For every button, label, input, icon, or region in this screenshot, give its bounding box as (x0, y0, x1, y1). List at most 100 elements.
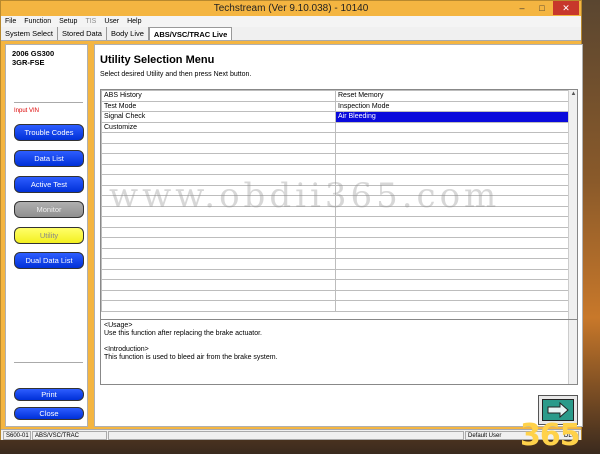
tab-abs-vsc-trac-live[interactable]: ABS/VSC/TRAC Live (148, 27, 233, 40)
tab-stored-data[interactable]: Stored Data (58, 27, 107, 40)
main-panel: Utility Selection Menu Select desired Ut… (94, 44, 583, 427)
utility-cell[interactable] (335, 163, 569, 175)
table-row[interactable] (101, 153, 569, 165)
table-row[interactable]: Signal Check Air Bleeding (101, 111, 569, 123)
utility-cell[interactable] (101, 247, 336, 259)
table-row[interactable] (101, 142, 569, 154)
introduction-heading: <Introduction> (104, 346, 149, 353)
info-box: <Usage> Use this function after replacin… (100, 319, 578, 385)
table-row[interactable] (101, 300, 569, 312)
table-row[interactable] (101, 195, 569, 207)
utility-cell[interactable] (335, 184, 569, 196)
table-row[interactable] (101, 258, 569, 270)
utility-cell[interactable] (101, 195, 336, 207)
techstream-window: Techstream (Ver 9.10.038) - 10140 – □ ✕ … (0, 0, 583, 440)
utility-cell[interactable] (101, 237, 336, 249)
input-vin-link[interactable]: Input VIN (14, 108, 39, 114)
utility-cell[interactable] (335, 132, 569, 144)
utility-cell[interactable] (335, 205, 569, 217)
menu-help[interactable]: Help (123, 18, 145, 25)
table-row[interactable] (101, 247, 569, 259)
utility-cell[interactable] (101, 268, 336, 280)
info-scrollbar[interactable] (568, 320, 577, 384)
active-test-button[interactable]: Active Test (14, 176, 84, 193)
table-row[interactable] (101, 226, 569, 238)
print-button[interactable]: Print (14, 388, 84, 401)
table-row[interactable]: Customize (101, 121, 569, 133)
close-window-button[interactable]: ✕ (553, 1, 579, 15)
table-row[interactable] (101, 216, 569, 228)
menu-file[interactable]: File (1, 18, 20, 25)
utility-cell[interactable] (335, 226, 569, 238)
table-row[interactable]: Test Mode Inspection Mode (101, 100, 569, 112)
utility-cell[interactable] (101, 289, 336, 301)
close-button[interactable]: Close (14, 407, 84, 420)
utility-cell[interactable] (101, 142, 336, 154)
table-row[interactable] (101, 289, 569, 301)
utility-cell[interactable] (335, 268, 569, 280)
menu-bar: File Function Setup TIS User Help (1, 16, 581, 27)
table-row[interactable] (101, 163, 569, 175)
utility-cell[interactable] (101, 216, 336, 228)
vehicle-model: 2006 GS300 (12, 49, 55, 58)
utility-cell[interactable] (101, 258, 336, 270)
dual-data-list-button[interactable]: Dual Data List (14, 252, 84, 269)
utility-cell[interactable] (335, 237, 569, 249)
utility-cell[interactable] (101, 226, 336, 238)
data-list-button[interactable]: Data List (14, 150, 84, 167)
utility-cell[interactable] (335, 195, 569, 207)
vehicle-info: 2006 GS300 3GR-FSE (12, 49, 54, 67)
status-system: ABS/VSC/TRAC (32, 431, 107, 440)
page-title: Utility Selection Menu (100, 54, 215, 66)
scroll-up-icon[interactable]: ▲ (569, 90, 577, 99)
utility-cell[interactable] (101, 132, 336, 144)
menu-function[interactable]: Function (20, 18, 55, 25)
status-blank (108, 431, 464, 440)
utility-cell[interactable] (101, 153, 336, 165)
minimize-button[interactable]: – (513, 1, 531, 15)
utility-button[interactable]: Utility (14, 227, 84, 244)
utility-cell[interactable] (335, 279, 569, 291)
monitor-button[interactable]: Monitor (14, 201, 84, 218)
utility-cell[interactable] (101, 163, 336, 175)
tab-body-live[interactable]: Body Live (107, 27, 149, 40)
utility-cell[interactable] (335, 300, 569, 312)
utility-cell[interactable]: Reset Memory (335, 90, 569, 102)
table-row[interactable] (101, 132, 569, 144)
tab-bar: System Select Stored Data Body Live ABS/… (1, 27, 581, 41)
grid-scrollbar[interactable]: ▲ ▼ (568, 90, 577, 354)
utility-cell[interactable]: Air Bleeding (335, 111, 569, 123)
table-row[interactable] (101, 237, 569, 249)
utility-cell[interactable] (335, 142, 569, 154)
utility-cell[interactable] (101, 279, 336, 291)
menu-user[interactable]: User (100, 18, 123, 25)
utility-cell[interactable] (335, 174, 569, 186)
utility-cell[interactable] (335, 216, 569, 228)
utility-cell[interactable] (335, 289, 569, 301)
utility-cell[interactable] (335, 247, 569, 259)
table-row[interactable] (101, 184, 569, 196)
utility-cell[interactable]: ABS History (101, 90, 336, 102)
utility-cell[interactable]: Signal Check (101, 111, 336, 123)
table-row[interactable]: ABS History Reset Memory (101, 90, 569, 102)
trouble-codes-button[interactable]: Trouble Codes (14, 124, 84, 141)
utility-cell[interactable] (101, 184, 336, 196)
table-row[interactable] (101, 174, 569, 186)
utility-cell[interactable] (101, 205, 336, 217)
utility-cell[interactable] (335, 258, 569, 270)
maximize-button[interactable]: □ (533, 1, 551, 15)
vehicle-engine: 3GR-FSE (12, 58, 45, 67)
utility-cell[interactable] (335, 121, 569, 133)
utility-cell[interactable] (101, 174, 336, 186)
utility-cell[interactable]: Customize (101, 121, 336, 133)
menu-setup[interactable]: Setup (55, 18, 81, 25)
table-row[interactable] (101, 268, 569, 280)
utility-cell[interactable]: Test Mode (101, 100, 336, 112)
utility-cell[interactable] (335, 153, 569, 165)
utility-cell[interactable]: Inspection Mode (335, 100, 569, 112)
table-row[interactable] (101, 205, 569, 217)
table-row[interactable] (101, 279, 569, 291)
tab-system-select[interactable]: System Select (1, 27, 58, 40)
menu-tis[interactable]: TIS (81, 18, 100, 25)
utility-cell[interactable] (101, 300, 336, 312)
